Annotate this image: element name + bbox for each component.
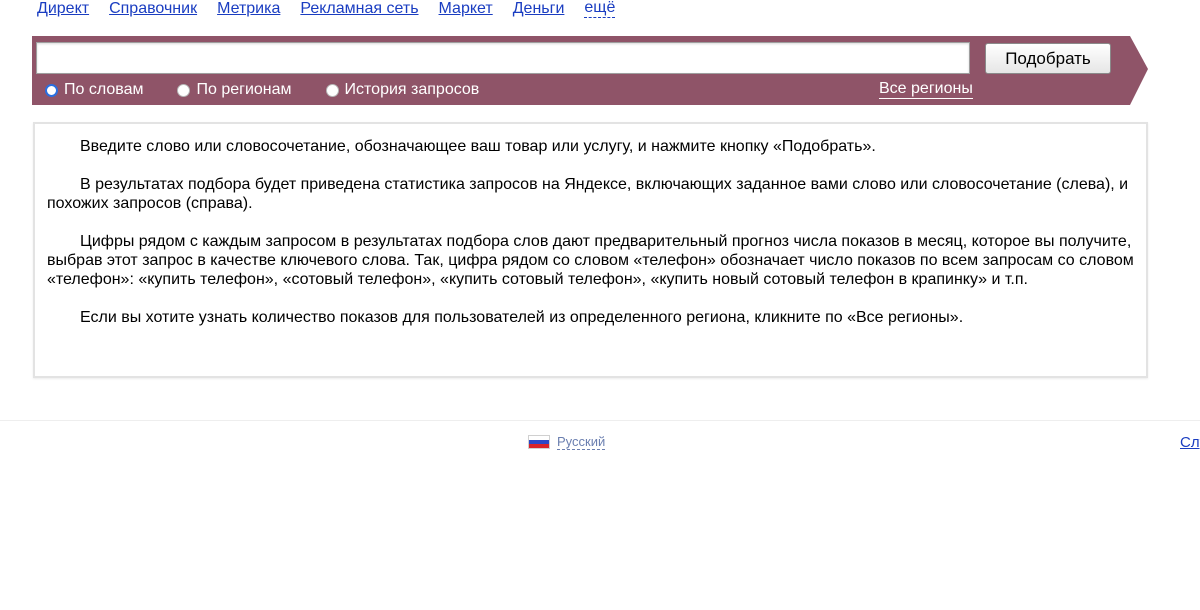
help-paragraph: Цифры рядом с каждым запросом в результа… <box>47 233 1134 288</box>
help-paragraph: Если вы хотите узнать количество показов… <box>80 309 964 326</box>
nav-link-metrika[interactable]: Метрика <box>217 0 280 22</box>
nav-link-money[interactable]: Деньги <box>513 0 565 22</box>
language-switcher: Русский <box>529 434 606 450</box>
search-mode-group: По словам По регионам История запросов <box>45 81 513 99</box>
submit-button[interactable]: Подобрать <box>985 43 1111 74</box>
mode-by-words[interactable]: По словам <box>45 81 143 99</box>
all-regions-link[interactable]: Все регионы <box>879 80 973 99</box>
mode-history-label: История запросов <box>344 81 480 98</box>
help-paragraph: Введите слово или словосочетание, обозна… <box>80 138 876 155</box>
mode-by-regions[interactable]: По регионам <box>177 81 292 99</box>
support-link[interactable]: Служба поддержки <box>1180 435 1200 451</box>
search-bar: Подобрать По словам По регионам История … <box>32 36 1148 105</box>
help-paragraph: В результатах подбора будет приведена ст… <box>47 176 1129 212</box>
nav-link-spravochnik[interactable]: Справочник <box>109 0 197 22</box>
mode-by-words-label: По словам <box>64 81 144 98</box>
footer-divider <box>0 420 1200 421</box>
radio-by-regions[interactable] <box>177 83 191 97</box>
language-link[interactable]: Русский <box>557 434 606 450</box>
nav-more-link[interactable]: ещё <box>584 0 616 18</box>
nav-link-ad-network[interactable]: Рекламная сеть <box>300 0 418 22</box>
mode-history[interactable]: История запросов <box>325 81 480 99</box>
top-navigation: Директ Справочник Метрика Рекламная сеть… <box>37 0 635 22</box>
radio-history[interactable] <box>325 83 339 97</box>
russian-flag-icon <box>529 436 549 448</box>
nav-link-market[interactable]: Маркет <box>439 0 493 22</box>
mode-by-regions-label: По регионам <box>196 81 292 98</box>
radio-by-words[interactable] <box>45 83 58 97</box>
nav-link-direct[interactable]: Директ <box>37 0 89 22</box>
help-text-box: Введите слово или словосочетание, обозна… <box>33 122 1148 378</box>
keyword-input[interactable] <box>36 42 970 74</box>
